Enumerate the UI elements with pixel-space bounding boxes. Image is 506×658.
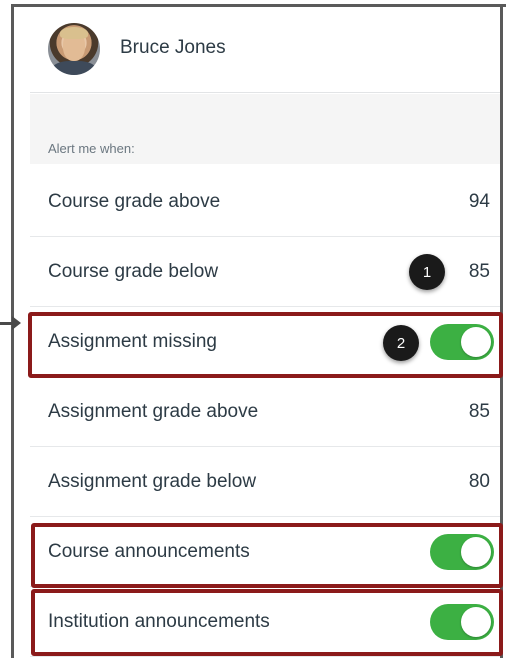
threshold-value[interactable]: 85 <box>469 261 490 283</box>
alert-me-when-label: Alert me when: <box>48 141 135 156</box>
assignment-missing-toggle[interactable] <box>430 323 494 360</box>
alerts-panel: Bruce Jones Alert me when: Course grade … <box>30 7 500 658</box>
threshold-value[interactable]: 94 <box>469 191 490 213</box>
pointer-arrow-icon <box>12 316 21 330</box>
row-label: Course grade above <box>48 190 221 212</box>
observer-alerts-screen: Bruce Jones Alert me when: Course grade … <box>0 0 506 658</box>
student-header[interactable]: Bruce Jones <box>30 7 500 93</box>
threshold-value[interactable]: 85 <box>469 401 490 423</box>
threshold-value[interactable]: 80 <box>469 471 490 493</box>
row-course-grade-above[interactable]: Course grade above 94 <box>30 167 500 237</box>
row-assignment-missing[interactable]: Assignment missing <box>30 307 500 377</box>
toggle-knob <box>461 606 491 637</box>
frame-left-border <box>11 4 14 658</box>
callout-marker-2: 2 <box>383 325 419 361</box>
institution-announcements-toggle[interactable] <box>430 603 494 640</box>
row-institution-announcements[interactable]: Institution announcements <box>30 587 500 657</box>
row-label: Course grade below <box>48 260 219 282</box>
row-assignment-grade-above[interactable]: Assignment grade above 85 <box>30 377 500 447</box>
student-avatar <box>48 23 100 75</box>
row-label: Assignment grade below <box>48 470 257 492</box>
row-assignment-grade-below[interactable]: Assignment grade below 80 <box>30 447 500 517</box>
row-label: Assignment missing <box>48 330 217 352</box>
callout-marker-1: 1 <box>409 254 445 290</box>
frame-right-border <box>500 4 503 658</box>
student-name: Bruce Jones <box>120 37 226 58</box>
course-announcements-toggle[interactable] <box>430 533 494 570</box>
toggle-knob <box>461 536 491 567</box>
row-label: Institution announcements <box>48 610 270 632</box>
toggle-knob <box>461 326 491 357</box>
row-course-announcements[interactable]: Course announcements <box>30 517 500 587</box>
row-label: Course announcements <box>48 540 250 562</box>
row-label: Assignment grade above <box>48 400 259 422</box>
pointer-arrow-line <box>0 322 12 325</box>
